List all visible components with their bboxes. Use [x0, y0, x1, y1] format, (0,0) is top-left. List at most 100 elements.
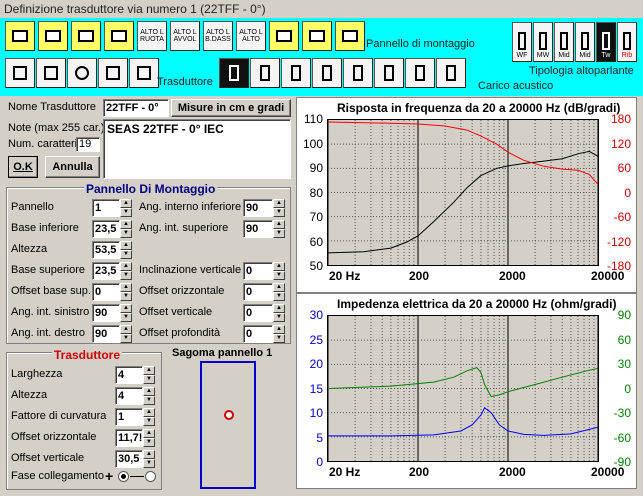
transducer-shape-button-5[interactable]: [129, 58, 159, 88]
mount-left-1-input[interactable]: 23,5: [92, 220, 120, 238]
acoustic-load-button-3[interactable]: [281, 58, 311, 88]
panel-shape-button-7[interactable]: ALTO L B.DASS: [203, 21, 233, 51]
speaker-type-button-rib[interactable]: Rib: [617, 22, 637, 62]
spin-down-icon[interactable]: ▼: [273, 208, 285, 217]
mount-left-6-input[interactable]: 90: [92, 325, 120, 343]
spin-up-icon[interactable]: ▲: [273, 262, 285, 271]
panel-shape-button-10[interactable]: [302, 21, 332, 51]
speaker-type-button-mid[interactable]: Mid: [554, 22, 574, 62]
speaker-type-button-mw[interactable]: MW: [533, 22, 553, 62]
spin-down-icon[interactable]: ▼: [273, 292, 285, 301]
spin-up-icon[interactable]: ▲: [273, 304, 285, 313]
panel-shape-button-2[interactable]: [38, 21, 68, 51]
mount-left-4-spinner[interactable]: ▲ ▼: [120, 283, 132, 301]
mount-right-1-spinner[interactable]: ▲ ▼: [273, 220, 285, 238]
acoustic-load-button-7[interactable]: [405, 58, 435, 88]
spin-up-icon[interactable]: ▲: [273, 220, 285, 229]
mount-right-2-input[interactable]: 0: [243, 262, 273, 280]
acoustic-load-button-6[interactable]: [374, 58, 404, 88]
spin-up-icon[interactable]: ▲: [120, 199, 132, 208]
spin-down-icon[interactable]: ▼: [273, 271, 285, 280]
spin-down-icon[interactable]: ▼: [120, 229, 132, 238]
mount-right-4-spinner[interactable]: ▲ ▼: [273, 304, 285, 322]
panel-shape-button-8[interactable]: ALTO L ALTO: [236, 21, 266, 51]
spin-down-icon[interactable]: ▼: [120, 334, 132, 343]
mount-left-6-spinner[interactable]: ▲ ▼: [120, 325, 132, 343]
spin-up-icon[interactable]: ▲: [120, 241, 132, 250]
mount-left-1-spinner[interactable]: ▲ ▼: [120, 220, 132, 238]
mount-left-5-input[interactable]: 90: [92, 304, 120, 322]
spin-up-icon[interactable]: ▲: [120, 325, 132, 334]
mount-left-4-input[interactable]: 0: [92, 283, 120, 301]
acoustic-load-button-4[interactable]: [312, 58, 342, 88]
mount-right-3-spinner[interactable]: ▲ ▼: [273, 283, 285, 301]
acoustic-load-button-5[interactable]: [343, 58, 373, 88]
acoustic-load-button-2[interactable]: [250, 58, 280, 88]
transducer-shape-button-4[interactable]: [98, 58, 128, 88]
transducer-field-3-spinner[interactable]: ▲ ▼: [143, 429, 155, 447]
panel-shape-button-4[interactable]: [104, 21, 134, 51]
transducer-field-0-spinner[interactable]: ▲ ▼: [143, 366, 155, 384]
mount-left-0-spinner[interactable]: ▲ ▼: [120, 199, 132, 217]
note-textarea[interactable]: SEAS 22TFF - 0° IEC: [103, 119, 291, 179]
panel-shape-button-3[interactable]: [71, 21, 101, 51]
spin-up-icon[interactable]: ▲: [120, 262, 132, 271]
mount-right-5-input[interactable]: 0: [243, 325, 273, 343]
panel-shape-button-9[interactable]: [269, 21, 299, 51]
transducer-field-4-spinner[interactable]: ▲ ▼: [143, 450, 155, 468]
mount-left-3-input[interactable]: 23,5: [92, 262, 120, 280]
speaker-type-button-tw[interactable]: Tw: [596, 22, 616, 62]
transducer-field-3-input[interactable]: 11,7!: [115, 429, 143, 447]
transducer-shape-button-2[interactable]: [36, 58, 66, 88]
panel-shape-button-5[interactable]: ALTO L RUOTA: [137, 21, 167, 51]
spin-up-icon[interactable]: ▲: [273, 283, 285, 292]
spin-up-icon[interactable]: ▲: [273, 325, 285, 334]
spin-down-icon[interactable]: ▼: [273, 313, 285, 322]
spin-up-icon[interactable]: ▲: [143, 450, 155, 459]
mount-left-3-spinner[interactable]: ▲ ▼: [120, 262, 132, 280]
cancel-button[interactable]: Annulla: [45, 156, 100, 178]
acoustic-load-button-8[interactable]: [436, 58, 466, 88]
transducer-field-2-spinner[interactable]: ▲ ▼: [143, 408, 155, 426]
spin-up-icon[interactable]: ▲: [143, 366, 155, 375]
transducer-field-0-input[interactable]: 4: [115, 366, 143, 384]
spin-down-icon[interactable]: ▼: [273, 229, 285, 238]
mount-right-0-input[interactable]: 90: [243, 199, 273, 217]
panel-shape-button-11[interactable]: [335, 21, 365, 51]
spin-up-icon[interactable]: ▲: [120, 304, 132, 313]
spin-up-icon[interactable]: ▲: [273, 199, 285, 208]
transducer-field-1-spinner[interactable]: ▲ ▼: [143, 387, 155, 405]
mount-left-0-input[interactable]: 1: [92, 199, 120, 217]
phase-plus-radio[interactable]: [118, 471, 129, 482]
mount-right-2-spinner[interactable]: ▲ ▼: [273, 262, 285, 280]
spin-up-icon[interactable]: ▲: [143, 408, 155, 417]
acoustic-load-button-1[interactable]: [219, 58, 249, 88]
mount-right-5-spinner[interactable]: ▲ ▼: [273, 325, 285, 343]
spin-down-icon[interactable]: ▼: [120, 208, 132, 217]
mount-right-0-spinner[interactable]: ▲ ▼: [273, 199, 285, 217]
spin-down-icon[interactable]: ▼: [143, 396, 155, 405]
spin-down-icon[interactable]: ▼: [143, 459, 155, 468]
name-input[interactable]: 22TFF - 0°: [103, 99, 169, 117]
spin-up-icon[interactable]: ▲: [143, 429, 155, 438]
speaker-type-button-mid[interactable]: Mid: [575, 22, 595, 62]
panel-shape-button-6[interactable]: ALTO L AVVOL: [170, 21, 200, 51]
transducer-shape-button-1[interactable]: [5, 58, 35, 88]
mount-right-1-input[interactable]: 90: [243, 220, 273, 238]
spin-down-icon[interactable]: ▼: [143, 438, 155, 447]
ok-button[interactable]: O.K: [8, 156, 38, 178]
spin-up-icon[interactable]: ▲: [143, 387, 155, 396]
spin-down-icon[interactable]: ▼: [143, 375, 155, 384]
panel-shape-button-1[interactable]: [5, 21, 35, 51]
transducer-shape-button-3[interactable]: [67, 58, 97, 88]
spin-up-icon[interactable]: ▲: [120, 283, 132, 292]
spin-down-icon[interactable]: ▼: [273, 334, 285, 343]
transducer-field-4-input[interactable]: 30,5: [115, 450, 143, 468]
mount-left-2-input[interactable]: 53,5: [92, 241, 120, 259]
transducer-field-1-input[interactable]: 4: [115, 387, 143, 405]
spin-up-icon[interactable]: ▲: [120, 220, 132, 229]
mount-left-2-spinner[interactable]: ▲ ▼: [120, 241, 132, 259]
spin-down-icon[interactable]: ▼: [120, 313, 132, 322]
phase-minus-radio[interactable]: [145, 471, 156, 482]
speaker-type-button-wf[interactable]: WF: [512, 22, 532, 62]
